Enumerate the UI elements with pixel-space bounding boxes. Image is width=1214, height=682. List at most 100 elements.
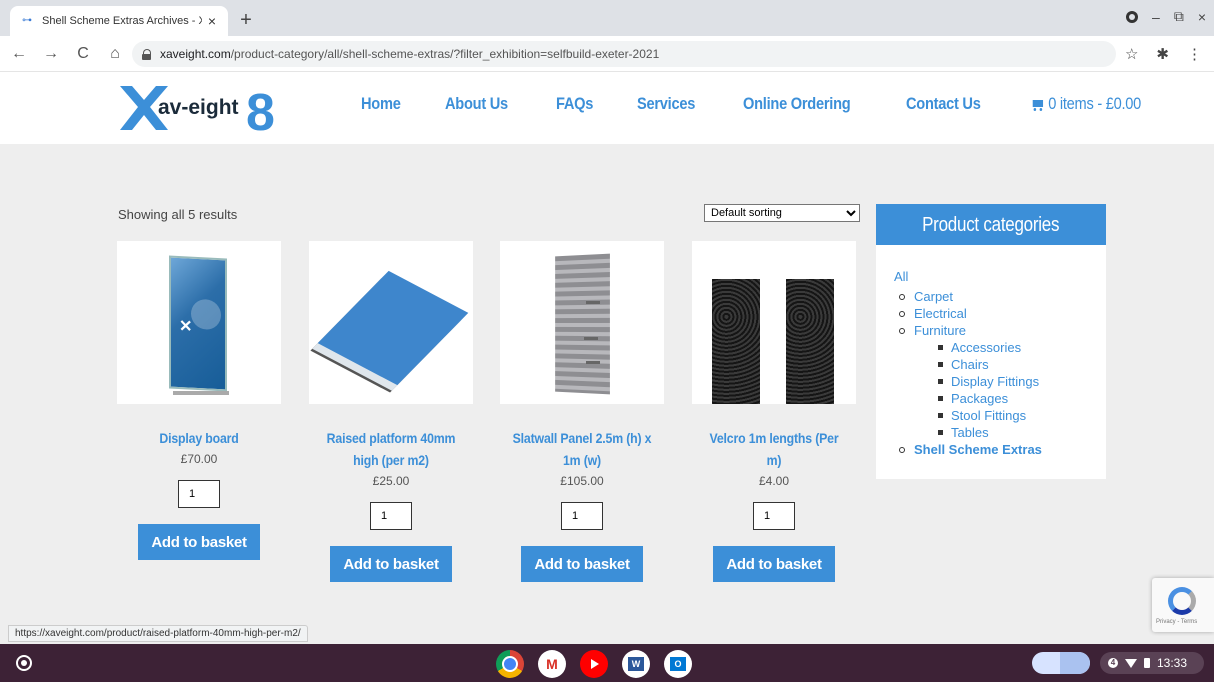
quantity-input[interactable] [561, 502, 603, 530]
categories-title: Product categories [876, 204, 1106, 245]
add-to-basket-button[interactable]: Add to basket [138, 524, 260, 560]
cart-summary: 0 items - £0.00 [1047, 94, 1141, 113]
clock: 13:33 [1157, 656, 1188, 670]
nav-faqs[interactable]: FAQs [556, 94, 593, 114]
tab-title: Shell Scheme Extras Archives - X [42, 15, 202, 27]
home-button[interactable]: ⌂ [102, 45, 128, 63]
notification-badge-icon: 4 [1108, 658, 1118, 668]
product-title[interactable]: Display board [127, 427, 271, 449]
product-image-raised-platform[interactable] [309, 241, 473, 404]
slatwall-graphic [555, 253, 610, 395]
display-board-graphic: ✕ [169, 255, 227, 392]
browser-tab[interactable]: ⊶ Shell Scheme Extras Archives - X × [10, 6, 228, 36]
word-icon[interactable]: W [622, 650, 650, 678]
category-accessories[interactable]: Accessories [951, 340, 1021, 355]
nav-services[interactable]: Services [637, 94, 695, 114]
holding-space-icon[interactable] [1032, 652, 1090, 674]
category-chairs[interactable]: Chairs [951, 357, 989, 372]
category-electrical[interactable]: Electrical [914, 306, 967, 321]
category-carpet[interactable]: Carpet [914, 289, 953, 304]
os-shelf: M W O 4 13:33 [0, 644, 1214, 682]
product-image-velcro[interactable] [692, 241, 856, 404]
pinned-apps: M W O [496, 650, 692, 678]
furniture-subcategory-list: Accessories Chairs Display Fittings Pack… [938, 339, 1042, 441]
browser-menu-icon[interactable]: ⋮ [1187, 45, 1202, 63]
product-title[interactable]: Raised platform 40mm high (per m2) [319, 427, 463, 471]
launcher-icon[interactable] [16, 655, 32, 671]
minimize-button[interactable]: – [1152, 9, 1160, 25]
main-navigation: Home About Us FAQs Services Online Order… [361, 94, 1159, 114]
toolbar-actions: ☆ ✱ ⋮ [1125, 45, 1202, 63]
browser-toolbar: ← → C ⌂ xaveight.com/product-category/al… [0, 36, 1214, 72]
add-to-basket-button[interactable]: Add to basket [330, 546, 452, 582]
category-all[interactable]: All [894, 268, 908, 285]
product-title[interactable]: Velcro 1m lengths (Per m) [702, 427, 846, 471]
add-to-basket-button[interactable]: Add to basket [713, 546, 835, 582]
close-window-button[interactable]: × [1198, 9, 1206, 25]
status-tray[interactable]: 4 13:33 [1100, 652, 1204, 674]
reload-button[interactable]: C [70, 45, 96, 63]
forward-button[interactable]: → [38, 45, 64, 63]
category-list: Carpet Electrical Furniture Accessories … [899, 288, 1042, 458]
product-image-display-board[interactable]: ✕ [117, 241, 281, 404]
subcategory-item: Stool Fittings [938, 407, 1042, 424]
site-favicon-icon: ⊶ [22, 15, 32, 26]
new-tab-button[interactable]: + [236, 9, 256, 31]
quantity-input[interactable] [370, 502, 412, 530]
nav-online-ordering[interactable]: Online Ordering [743, 94, 851, 114]
product-price: £25.00 [372, 474, 410, 488]
svg-text:av-eight: av-eight [158, 96, 239, 119]
product-image-slatwall-panel[interactable] [500, 241, 664, 404]
quantity-input[interactable] [178, 480, 220, 508]
category-item: Carpet [899, 288, 1042, 305]
restore-button[interactable]: ⧉ [1174, 8, 1184, 25]
outlook-icon[interactable]: O [664, 650, 692, 678]
sorting-select[interactable]: Default sorting [704, 204, 860, 222]
product-card: Velcro 1m lengths (Per m) £4.00 Add to b… [692, 241, 856, 582]
velcro-strip-graphic [786, 279, 834, 404]
product-price: £70.00 [180, 452, 218, 466]
product-categories-widget: Product categories All Carpet Electrical… [876, 204, 1106, 479]
lock-icon[interactable] [142, 48, 152, 60]
recaptcha-badge[interactable]: Privacy - Terms [1152, 578, 1214, 632]
product-card: Raised platform 40mm high (per m2) £25.0… [309, 241, 473, 582]
result-count: Showing all 5 results [118, 207, 238, 222]
xav-eight-logo[interactable]: av-eight 8 [118, 82, 280, 134]
svg-text:8: 8 [246, 84, 275, 134]
product-title[interactable]: Slatwall Panel 2.5m (h) x 1m (w) [510, 427, 654, 471]
add-to-basket-button[interactable]: Add to basket [521, 546, 643, 582]
nav-about-us[interactable]: About Us [445, 94, 508, 114]
category-packages[interactable]: Packages [951, 391, 1008, 406]
category-tables[interactable]: Tables [951, 425, 989, 440]
gmail-icon[interactable]: M [538, 650, 566, 678]
category-stool-fittings[interactable]: Stool Fittings [951, 408, 1026, 423]
nav-home[interactable]: Home [361, 94, 401, 114]
recaptcha-links[interactable]: Privacy - Terms [1156, 619, 1197, 625]
subcategory-item: Chairs [938, 356, 1042, 373]
window-controls: – ⧉ × [1126, 8, 1206, 25]
address-bar[interactable]: xaveight.com/product-category/all/shell-… [132, 41, 1116, 67]
velcro-strip-graphic [712, 279, 760, 404]
tab-strip: ⊶ Shell Scheme Extras Archives - X × + –… [0, 0, 1214, 36]
tab-close-icon[interactable]: × [204, 13, 220, 29]
subcategory-item: Display Fittings [938, 373, 1042, 390]
subcategory-item: Tables [938, 424, 1042, 441]
bookmark-star-icon[interactable]: ☆ [1125, 45, 1138, 63]
category-item: Shell Scheme Extras [899, 441, 1042, 458]
cart-icon [1031, 99, 1045, 111]
category-display-fittings[interactable]: Display Fittings [951, 374, 1039, 389]
back-button[interactable]: ← [6, 45, 32, 63]
subcategory-item: Accessories [938, 339, 1042, 356]
category-furniture[interactable]: Furniture [914, 323, 966, 338]
category-item: Electrical [899, 305, 1042, 322]
category-shell-scheme-extras[interactable]: Shell Scheme Extras [914, 442, 1042, 457]
chrome-icon[interactable] [496, 650, 524, 678]
product-price: £4.00 [758, 474, 790, 488]
youtube-icon[interactable] [580, 650, 608, 678]
extensions-icon[interactable]: ✱ [1156, 45, 1169, 63]
screen-record-icon[interactable] [1126, 10, 1139, 23]
quantity-input[interactable] [753, 502, 795, 530]
url-text: xaveight.com/product-category/all/shell-… [160, 47, 660, 61]
cart-link[interactable]: 0 items - £0.00 [1031, 94, 1141, 114]
nav-contact-us[interactable]: Contact Us [906, 94, 981, 114]
